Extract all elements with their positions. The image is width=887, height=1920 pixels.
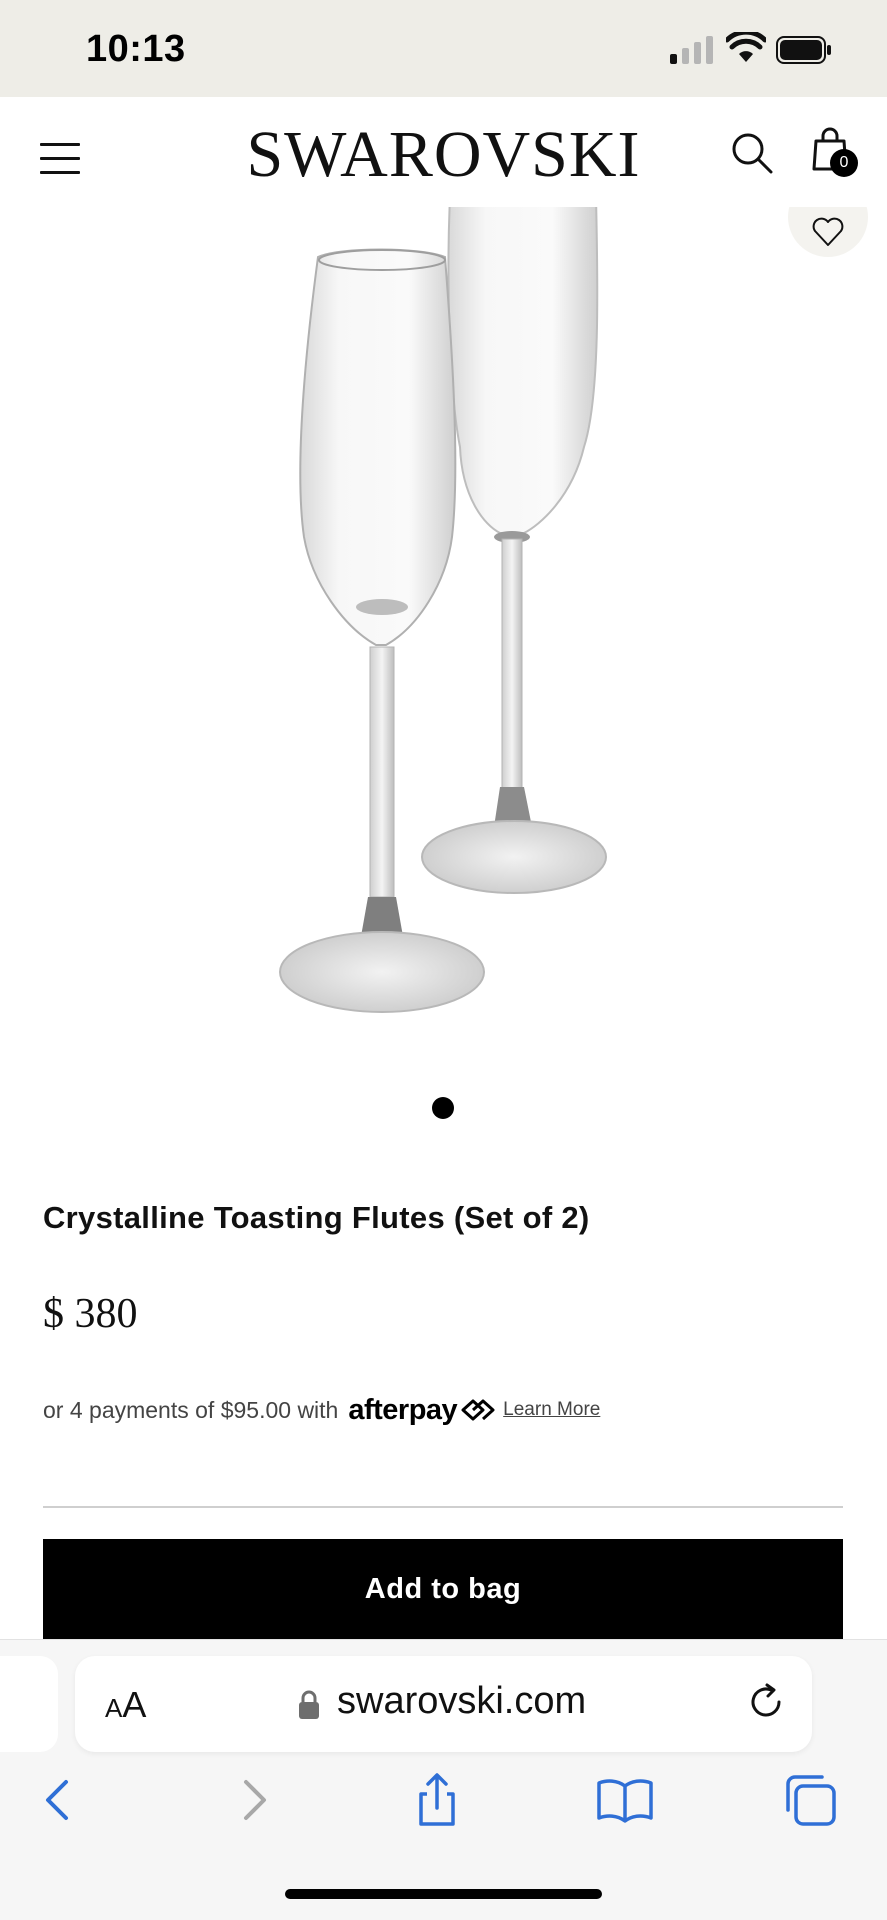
carousel-dot-active[interactable] <box>432 1097 454 1119</box>
heart-icon <box>812 217 844 246</box>
tabs-icon[interactable] <box>780 1770 840 1830</box>
afterpay-brand: afterpay <box>348 1393 458 1426</box>
site-header: SWAROVSKI 0 <box>0 97 887 207</box>
product-price: $ 380 <box>43 1291 138 1337</box>
learn-more-link[interactable]: Learn More <box>503 1399 600 1421</box>
status-time: 10:13 <box>86 28 186 70</box>
product-title: Crystalline Toasting Flutes (Set of 2) <box>43 1200 590 1235</box>
bag-count-badge: 0 <box>830 149 858 177</box>
previous-tab-peek[interactable] <box>0 1656 58 1752</box>
bookmarks-icon[interactable] <box>595 1770 655 1830</box>
champagne-flutes-image <box>279 207 607 1013</box>
browser-toolbar: AA swarovski.com <box>0 1639 887 1920</box>
divider <box>43 1506 843 1508</box>
bag-button[interactable]: 0 <box>808 127 858 179</box>
installment-text: or 4 payments of $95.00 with <box>43 1396 339 1423</box>
product-image[interactable] <box>0 207 887 1047</box>
battery-icon <box>776 36 831 64</box>
back-icon[interactable] <box>30 1770 90 1830</box>
address-bar[interactable]: AA swarovski.com <box>75 1656 812 1752</box>
installment-info: or 4 payments of $95.00 with afterpay Le… <box>43 1394 600 1426</box>
url-text[interactable]: swarovski.com <box>337 1680 586 1723</box>
text-size-button[interactable]: AA <box>105 1684 146 1726</box>
status-bar: 10:13 <box>0 0 887 97</box>
forward-icon[interactable] <box>222 1770 282 1830</box>
search-icon[interactable] <box>730 131 774 175</box>
afterpay-logo-icon <box>461 1399 495 1421</box>
home-indicator <box>285 1889 602 1899</box>
reload-icon[interactable] <box>743 1680 789 1726</box>
signal-icon <box>670 36 713 64</box>
share-icon[interactable] <box>407 1770 467 1830</box>
wifi-icon <box>726 32 766 62</box>
add-to-bag-button[interactable]: Add to bag <box>43 1539 843 1639</box>
lock-icon <box>299 1690 319 1719</box>
